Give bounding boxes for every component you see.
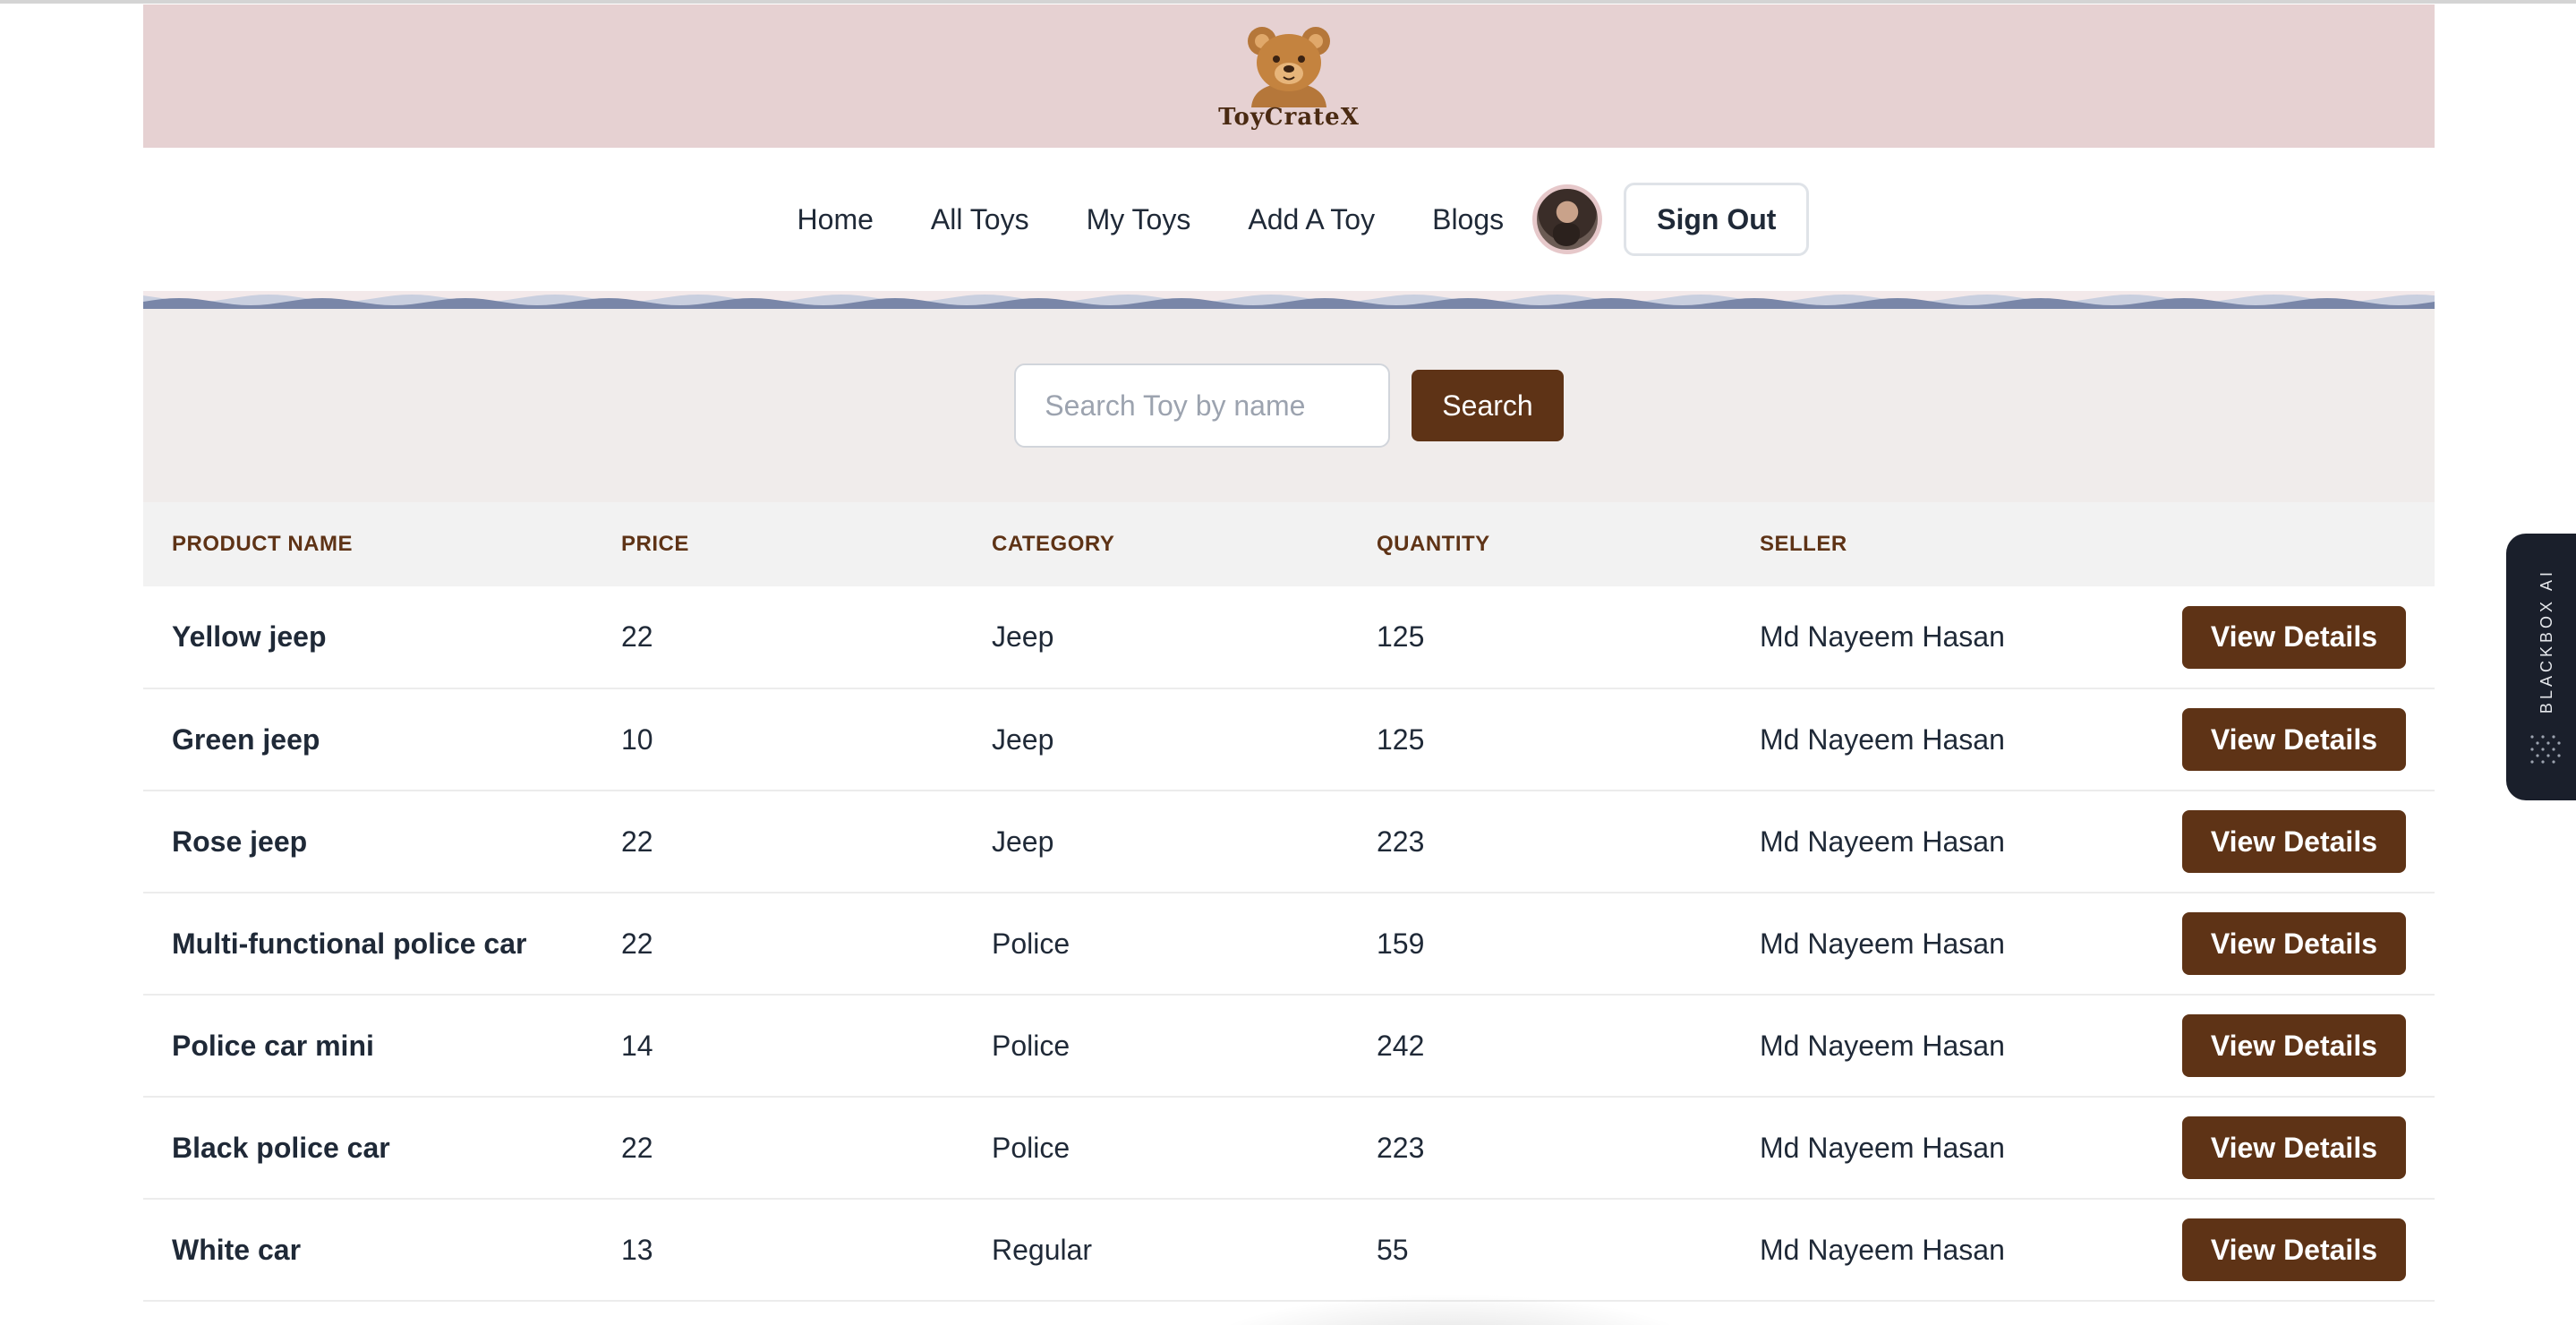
cell-price: 22	[621, 825, 653, 858]
cell-product-name: Yellow jeep	[172, 620, 327, 653]
wave-divider	[143, 291, 2435, 309]
nav-blogs[interactable]: Blogs	[1403, 205, 1532, 234]
header-action	[2116, 502, 2435, 586]
cell-category: Jeep	[992, 620, 1054, 653]
search-button[interactable]: Search	[1412, 370, 1564, 441]
sign-out-button[interactable]: Sign Out	[1624, 183, 1810, 256]
cell-action: View Details	[2116, 893, 2435, 995]
cell-product-name: Black police car	[172, 1131, 390, 1164]
table-row: Rose jeep 22 Jeep 223 Md Nayeem Hasan View De…	[143, 791, 2435, 893]
table-row: Black police car 22 Police 223 Md Nayeem Has…	[143, 1097, 2435, 1199]
search-input[interactable]	[1014, 363, 1391, 448]
cell-quantity: 125	[1377, 722, 1425, 756]
cell-quantity: 55	[1377, 1233, 1409, 1266]
cell-seller: Md Nayeem Hasan	[1760, 620, 2005, 653]
page-container: ToyCrateX Home All Toys My Toys Add A To…	[143, 4, 2435, 1325]
table-row: Multi-functional police car 22 Police 159 Md…	[143, 893, 2435, 995]
cell-seller: Md Nayeem Hasan	[1760, 1029, 2005, 1062]
site-header: ToyCrateX	[143, 4, 2435, 148]
cell-action: View Details	[2116, 791, 2435, 893]
nav-all-toys[interactable]: All Toys	[902, 205, 1058, 234]
cell-quantity: 125	[1377, 620, 1425, 653]
view-details-button[interactable]: View Details	[2181, 605, 2406, 669]
header-quantity: QUANTITY	[1377, 532, 1490, 556]
cell-action: View Details	[2116, 586, 2435, 688]
search-section: Search	[143, 309, 2435, 502]
header-category: CATEGORY	[992, 532, 1115, 556]
table-header-row: PRODUCT NAME PRICE CATEGORY QUANTITY SEL…	[143, 502, 2435, 586]
nav-add-a-toy[interactable]: Add A Toy	[1219, 205, 1403, 234]
main-nav: Home All Toys My Toys Add A Toy Blogs Si…	[143, 148, 2435, 291]
cell-product-name: Multi-functional police car	[172, 927, 527, 960]
cell-quantity: 223	[1377, 1131, 1425, 1164]
table-row: Police car mini 14 Police 242 Md Nayeem Hasa…	[143, 995, 2435, 1097]
cell-quantity: 159	[1377, 927, 1425, 960]
cell-seller: Md Nayeem Hasan	[1760, 1131, 2005, 1164]
cell-price: 10	[621, 722, 653, 756]
cell-quantity: 242	[1377, 1029, 1425, 1062]
cell-category: Police	[992, 927, 1070, 960]
header-price: PRICE	[621, 532, 689, 556]
dots-grid-icon	[2530, 735, 2561, 764]
blackbox-ai-tab[interactable]: BLACKBOX AI	[2506, 534, 2576, 800]
cell-seller: Md Nayeem Hasan	[1760, 722, 2005, 756]
cell-product-name: Green jeep	[172, 722, 320, 756]
cell-category: Jeep	[992, 722, 1054, 756]
table-row: White car 13 Regular 55 Md Nayeem Hasan View …	[143, 1199, 2435, 1301]
cell-quantity: 223	[1377, 825, 1425, 858]
toys-table: PRODUCT NAME PRICE CATEGORY QUANTITY SEL…	[143, 502, 2435, 1302]
cell-action: View Details	[2116, 688, 2435, 791]
view-details-button[interactable]: View Details	[2181, 708, 2406, 771]
view-details-button[interactable]: View Details	[2181, 1014, 2406, 1077]
cell-seller: Md Nayeem Hasan	[1760, 1233, 2005, 1266]
cell-product-name: Police car mini	[172, 1029, 374, 1062]
cell-category: Police	[992, 1131, 1070, 1164]
header-product-name: PRODUCT NAME	[172, 532, 353, 556]
window-top-line	[0, 0, 2576, 4]
brand-name: ToyCrateX	[1218, 104, 1360, 131]
bottom-shadow	[1199, 1294, 1701, 1325]
brand-logo[interactable]: ToyCrateX	[1218, 21, 1360, 131]
cell-price: 14	[621, 1029, 653, 1062]
cell-seller: Md Nayeem Hasan	[1760, 927, 2005, 960]
table-body: Yellow jeep 22 Jeep 125 Md Nayeem Hasan View …	[143, 586, 2435, 1301]
cell-action: View Details	[2116, 1199, 2435, 1301]
cell-product-name: Rose jeep	[172, 825, 308, 858]
user-avatar[interactable]	[1532, 184, 1603, 254]
cell-price: 22	[621, 927, 653, 960]
side-tab-label: BLACKBOX AI	[2537, 568, 2555, 714]
cell-seller: Md Nayeem Hasan	[1760, 825, 2005, 858]
nav-my-toys[interactable]: My Toys	[1058, 205, 1220, 234]
cell-product-name: White car	[172, 1233, 302, 1266]
cell-category: Regular	[992, 1233, 1093, 1266]
view-details-button[interactable]: View Details	[2181, 1116, 2406, 1179]
view-details-button[interactable]: View Details	[2181, 1218, 2406, 1281]
cell-action: View Details	[2116, 1097, 2435, 1199]
nav-home[interactable]: Home	[769, 205, 902, 234]
teddy-bear-icon	[1248, 27, 1330, 107]
table-row: Green jeep 10 Jeep 125 Md Nayeem Hasan View D…	[143, 688, 2435, 791]
header-seller: SELLER	[1760, 532, 1847, 556]
view-details-button[interactable]: View Details	[2181, 912, 2406, 975]
cell-category: Jeep	[992, 825, 1054, 858]
cell-action: View Details	[2116, 995, 2435, 1097]
cell-price: 22	[621, 1131, 653, 1164]
view-details-button[interactable]: View Details	[2181, 810, 2406, 873]
cell-price: 22	[621, 620, 653, 653]
cell-category: Police	[992, 1029, 1070, 1062]
cell-price: 13	[621, 1233, 653, 1266]
table-row: Yellow jeep 22 Jeep 125 Md Nayeem Hasan View …	[143, 586, 2435, 688]
